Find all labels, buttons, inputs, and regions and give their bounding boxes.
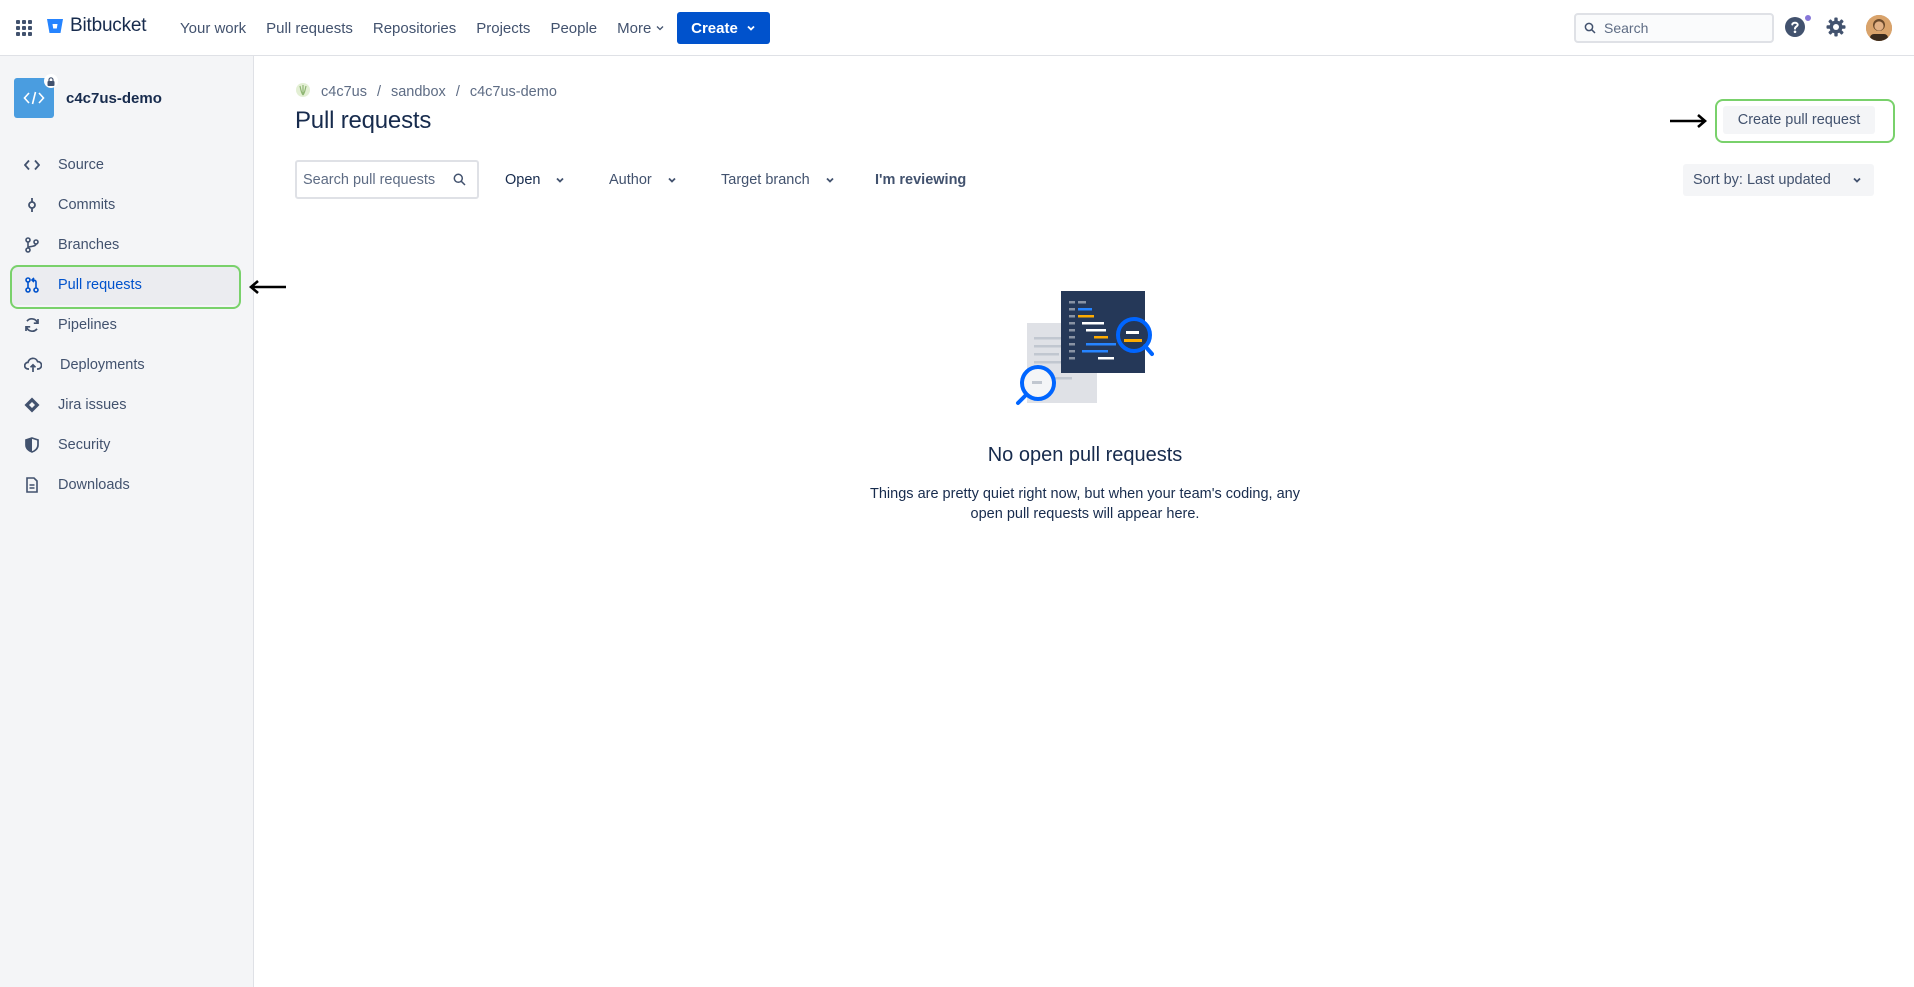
nav-people[interactable]: People [540, 0, 607, 56]
arrow-left-icon [249, 280, 286, 294]
sidebar-item-downloads[interactable]: Downloads [12, 465, 240, 505]
empty-state-title: No open pull requests [987, 444, 1183, 466]
sidebar-item-commits[interactable]: Commits [12, 185, 240, 225]
help-icon[interactable] [1784, 14, 1812, 40]
im-reviewing-label: I'm reviewing [875, 172, 967, 188]
state-filter-label: Open [505, 172, 541, 188]
page-title: Pull requests [295, 107, 432, 134]
repo-avatar [14, 74, 58, 118]
chevron-down-icon [747, 25, 755, 31]
search-icon [453, 173, 466, 186]
commit-icon [28, 198, 36, 212]
search-icon [1584, 22, 1596, 34]
author-filter-dropdown[interactable]: Author [609, 166, 678, 194]
create-pull-request-label: Create pull request [1737, 112, 1861, 128]
chevron-down-icon [556, 177, 565, 183]
lock-icon [44, 74, 58, 88]
user-avatar[interactable] [1866, 15, 1892, 41]
sidebar: c4c7us-demo Source Commits Branches Pull… [0, 56, 254, 987]
code-icon [23, 91, 45, 105]
global-search-input[interactable] [1604, 20, 1754, 36]
sidebar-item-deployments[interactable]: Deployments [12, 345, 240, 385]
sort-dropdown[interactable]: Sort by: Last updated [1683, 164, 1874, 196]
nav-your-work[interactable]: Your work [170, 0, 256, 56]
nav-pull-requests[interactable]: Pull requests [256, 0, 363, 56]
im-reviewing-filter[interactable]: I'm reviewing [875, 166, 966, 194]
target-branch-filter-label: Target branch [721, 172, 810, 188]
chevron-down-icon [668, 177, 676, 183]
nav-repositories[interactable]: Repositories [363, 0, 466, 56]
breadcrumb-separator: / [376, 84, 381, 100]
app-switcher-icon[interactable] [14, 18, 34, 38]
pipelines-icon [25, 317, 39, 333]
empty-state-illustration [1016, 291, 1154, 405]
bitbucket-logo[interactable]: Bitbucket [46, 15, 147, 37]
create-button-label: Create [691, 19, 738, 37]
chevron-down-icon [656, 26, 664, 31]
target-branch-filter-dropdown[interactable]: Target branch [721, 166, 836, 194]
primary-nav: Your work Pull requests Repositories Pro… [170, 0, 675, 56]
workspace-icon [295, 82, 311, 102]
bitbucket-icon [47, 19, 63, 33]
empty-state-description: Things are pretty quiet right now, but w… [870, 486, 1300, 522]
document-icon [26, 477, 38, 493]
author-filter-label: Author [609, 172, 652, 188]
sidebar-item-label: Deployments [60, 357, 145, 373]
sidebar-item-label: Jira issues [58, 397, 127, 413]
code-icon [24, 159, 40, 171]
pull-request-icon [25, 277, 39, 293]
branch-icon [25, 237, 39, 253]
repo-header[interactable]: c4c7us-demo [14, 74, 162, 118]
chevron-down-icon [826, 177, 834, 183]
sidebar-item-source[interactable]: Source [12, 145, 240, 185]
state-filter-dropdown[interactable]: Open [505, 166, 566, 194]
nav-more-label: More [617, 19, 652, 37]
sidebar-item-label: Commits [58, 197, 116, 213]
repo-name: c4c7us-demo [66, 89, 162, 107]
cloud-upload-icon [24, 357, 42, 372]
sidebar-item-label: Pipelines [58, 317, 117, 333]
breadcrumb-workspace[interactable]: c4c7us [321, 84, 367, 100]
sort-label: Sort by: Last updated [1693, 172, 1831, 188]
global-search[interactable] [1574, 13, 1774, 43]
notification-dot [1804, 14, 1812, 22]
create-button[interactable]: Create [677, 12, 770, 44]
sidebar-item-label: Pull requests [58, 277, 142, 293]
arrow-right-icon [1670, 114, 1707, 128]
sidebar-item-pipelines[interactable]: Pipelines [12, 305, 240, 345]
pr-search-field[interactable] [295, 160, 479, 199]
sidebar-item-label: Downloads [58, 477, 130, 493]
settings-gear-icon[interactable] [1825, 16, 1849, 40]
breadcrumb-repository[interactable]: c4c7us-demo [470, 84, 557, 100]
jira-icon [24, 397, 40, 413]
pr-search-input[interactable] [303, 171, 453, 188]
sidebar-item-label: Branches [58, 237, 120, 253]
breadcrumb: c4c7us / sandbox / c4c7us-demo [295, 82, 557, 102]
breadcrumb-separator: / [455, 84, 460, 100]
top-navigation: Bitbucket Your work Pull requests Reposi… [0, 0, 1914, 56]
brand-name: Bitbucket [70, 15, 147, 36]
sidebar-item-branches[interactable]: Branches [12, 225, 240, 265]
sidebar-item-jira-issues[interactable]: Jira issues [12, 385, 240, 425]
create-pull-request-button[interactable]: Create pull request [1723, 106, 1875, 134]
sidebar-item-pull-requests[interactable]: Pull requests [12, 265, 240, 305]
chevron-down-icon [1853, 177, 1861, 183]
breadcrumb-project[interactable]: sandbox [391, 84, 446, 100]
nav-projects[interactable]: Projects [466, 0, 540, 56]
sidebar-item-label: Source [58, 157, 104, 173]
nav-more-dropdown[interactable]: More [607, 0, 675, 56]
